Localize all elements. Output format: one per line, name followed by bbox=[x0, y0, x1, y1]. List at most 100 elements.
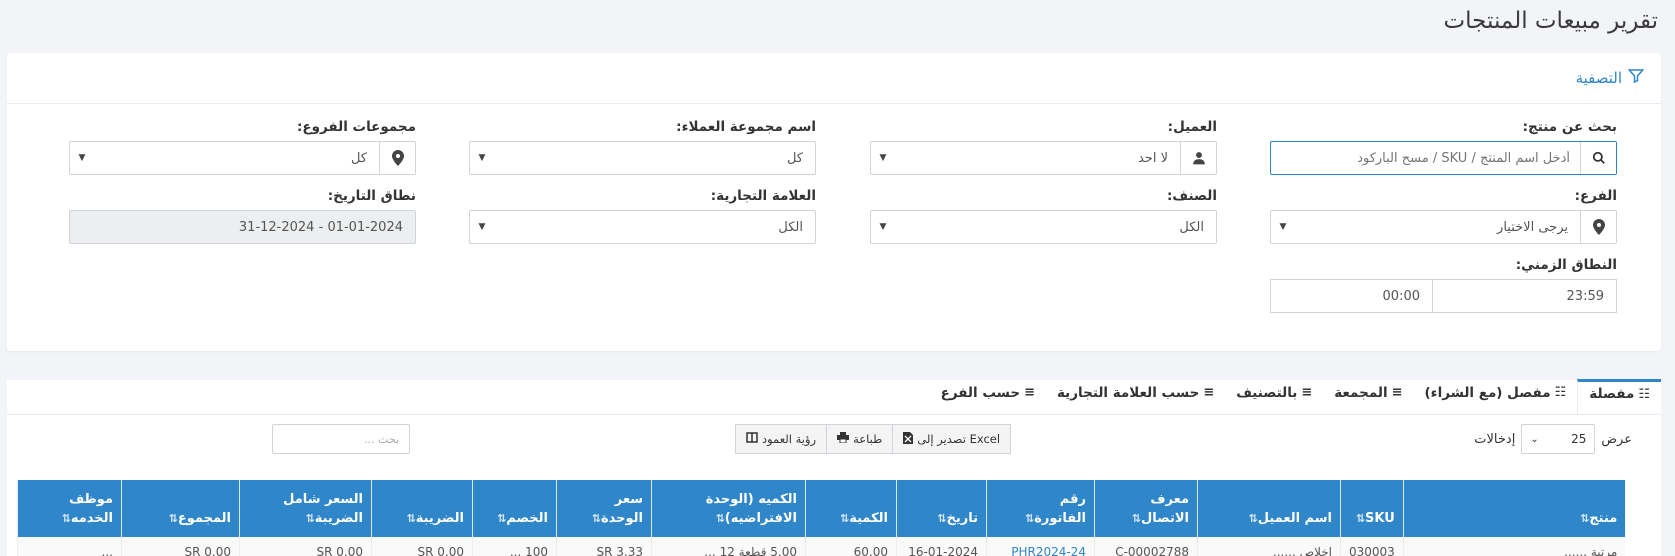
table-search-input[interactable]: بحث ... bbox=[272, 424, 410, 454]
column-header[interactable]: منتج⇅ bbox=[1402, 480, 1626, 537]
column-header[interactable]: رقم الفاتورة⇅ bbox=[986, 480, 1095, 537]
sort-icon: ⇅ bbox=[591, 512, 601, 525]
tab-label: مفصل (مع الشراء) bbox=[1424, 384, 1551, 401]
date-range-field: نطاق التاريخ: 01-01-2024 - 31-12-2024 bbox=[69, 188, 416, 244]
brand-value: الكل bbox=[778, 219, 803, 235]
time-from-input[interactable]: 23:59 bbox=[1432, 279, 1617, 313]
sort-icon: ⇅ bbox=[1025, 512, 1035, 525]
tab-label: مفصلة bbox=[1589, 386, 1635, 402]
tab-grouped[interactable]: ≡ المجمعة bbox=[1323, 379, 1413, 414]
date-range-input[interactable]: 01-01-2024 - 31-12-2024 bbox=[69, 210, 416, 244]
report-panel: ☷ مفصلة ☷ مفصل (مع الشراء) ≡ المجمعة ≡ ب… bbox=[7, 379, 1661, 556]
product-search-input[interactable] bbox=[1271, 142, 1580, 174]
tab-label: بالتصنيف bbox=[1236, 384, 1298, 401]
customer-select[interactable]: لا احد ▼ bbox=[870, 141, 1217, 175]
category-value: الكل bbox=[1179, 219, 1204, 235]
column-header-label: معرف bbox=[1150, 492, 1189, 507]
column-header-label: الكمية bbox=[849, 511, 888, 526]
product-search-field: بحث عن منتج: bbox=[1270, 119, 1617, 175]
filter-header[interactable]: التصفية bbox=[7, 53, 1661, 104]
export-buttons: رؤية العمود طباعة تصدير إلى Excel bbox=[735, 424, 1012, 454]
filter-icon bbox=[1627, 67, 1645, 90]
chevron-down-icon: ▼ bbox=[1279, 222, 1287, 232]
filter-header-label: التصفية bbox=[1575, 69, 1622, 87]
table-cell: 60.00 bbox=[805, 537, 897, 556]
filter-panel: التصفية بحث عن منتج: العميل: لا احد ▼ اس… bbox=[7, 53, 1661, 351]
column-header[interactable]: SKU⇅ bbox=[1340, 480, 1404, 537]
column-header[interactable]: الكميه (الوحدة الافتراضيه)⇅ bbox=[651, 480, 806, 537]
column-header[interactable]: الخصم⇅ bbox=[472, 480, 557, 537]
category-select[interactable]: الكل ▼ bbox=[870, 210, 1217, 244]
print-icon bbox=[837, 432, 850, 446]
page-title: تقرير مبيعات المنتجات bbox=[1443, 8, 1658, 34]
table-cell: SR 3.33 bbox=[556, 537, 652, 556]
chevron-down-icon: ▼ bbox=[879, 153, 887, 163]
tab-label: حسب العلامة التجارية bbox=[1057, 384, 1200, 401]
columns-icon bbox=[746, 432, 758, 446]
sort-icon: ⇅ bbox=[305, 512, 315, 525]
search-icon[interactable] bbox=[1580, 142, 1616, 174]
bars-icon: ≡ bbox=[1024, 385, 1035, 400]
column-header[interactable]: سعر الوحدة⇅ bbox=[556, 480, 652, 537]
page-length-select[interactable]: 25 ⌄ bbox=[1521, 424, 1596, 454]
tab-label: المجمعة bbox=[1334, 384, 1388, 401]
customer-value: لا احد bbox=[1137, 150, 1168, 166]
column-header-label: المجموع bbox=[177, 511, 231, 526]
column-header[interactable]: المجموع⇅ bbox=[121, 480, 240, 537]
user-icon bbox=[1180, 142, 1216, 174]
chevron-down-icon: ▼ bbox=[78, 153, 86, 163]
tab-by-category[interactable]: ≡ بالتصنيف bbox=[1225, 379, 1323, 414]
table-cell: 5.00 قطعة 12 ... bbox=[651, 537, 806, 556]
table-cell[interactable]: PHR2024-24 bbox=[986, 537, 1095, 556]
tab-by-branch[interactable]: ≡ حسب الفرع bbox=[930, 379, 1046, 414]
tab-detailed[interactable]: ☷ مفصلة bbox=[1577, 379, 1661, 414]
column-header[interactable]: الضريبة⇅ bbox=[371, 480, 473, 537]
report-tabs: ☷ مفصلة ☷ مفصل (مع الشراء) ≡ المجمعة ≡ ب… bbox=[7, 379, 1661, 415]
customer-group-select[interactable]: كل ▼ bbox=[469, 141, 816, 175]
customer-label: العميل: bbox=[1167, 119, 1217, 135]
column-header-label: الضريبة bbox=[314, 511, 363, 526]
column-header[interactable]: تاريخ⇅ bbox=[896, 480, 987, 537]
column-header[interactable]: معرف الاتصال⇅ bbox=[1094, 480, 1198, 537]
time-to-input[interactable]: 00:00 bbox=[1270, 279, 1432, 313]
branch-value: يرجى الاختيار bbox=[1497, 219, 1568, 235]
column-visibility-button[interactable]: رؤية العمود bbox=[735, 424, 828, 454]
column-header[interactable]: اسم العميل⇅ bbox=[1197, 480, 1341, 537]
sales-table: منتج⇅ SKU⇅ اسم العميل⇅ معرف الاتصال⇅ رقم الفات… bbox=[17, 480, 1626, 556]
tab-detailed-with-purchase[interactable]: ☷ مفصل (مع الشراء) bbox=[1414, 379, 1578, 414]
table-cell: C-00002788 bbox=[1094, 537, 1198, 556]
print-button[interactable]: طباعة bbox=[827, 424, 894, 454]
tab-by-brand[interactable]: ≡ حسب العلامة التجارية bbox=[1046, 379, 1225, 414]
column-header-label: موظف bbox=[69, 492, 113, 507]
time-range-label: النطاق الزمني: bbox=[1515, 257, 1617, 273]
branch-groups-label: مجموعات الفروع: bbox=[297, 119, 416, 135]
sort-icon: ⇅ bbox=[168, 512, 178, 525]
column-header-label: الخدمه bbox=[70, 511, 113, 526]
list-icon: ☷ bbox=[1638, 386, 1650, 402]
sort-icon: ⇅ bbox=[839, 512, 850, 525]
table-row[interactable]: مرتبة ...... 030003 اخلاص ...... C-00002788… bbox=[17, 537, 1626, 556]
table-cell: مرتبة ...... bbox=[1402, 537, 1626, 556]
chevron-down-icon: ⌄ bbox=[1530, 433, 1539, 445]
table-cell: 16-01-2024 bbox=[896, 537, 987, 556]
bars-icon: ≡ bbox=[1391, 385, 1403, 400]
export-excel-button[interactable]: تصدير إلى Excel bbox=[893, 424, 1012, 454]
table-cell: SR 0.00 bbox=[239, 537, 372, 556]
sort-icon: ⇅ bbox=[1355, 512, 1366, 525]
product-search-label: بحث عن منتج: bbox=[1522, 119, 1617, 135]
branch-field: الفرع: يرجى الاختيار ▼ bbox=[1270, 188, 1617, 244]
date-range-label: نطاق التاريخ: bbox=[327, 188, 416, 204]
branch-groups-select[interactable]: كل ▼ bbox=[69, 141, 416, 175]
column-header-label: الكميه (الوحدة bbox=[705, 492, 797, 507]
branch-label: الفرع: bbox=[1574, 188, 1617, 204]
bars-icon: ≡ bbox=[1301, 385, 1313, 400]
show-label: عرض bbox=[1601, 431, 1632, 447]
column-header-label: اسم العميل bbox=[1257, 511, 1332, 526]
print-label: طباعة bbox=[853, 432, 883, 446]
column-header[interactable]: السعر شامل الضريبة⇅ bbox=[239, 480, 372, 537]
brand-select[interactable]: الكل ▼ bbox=[469, 210, 816, 244]
column-header[interactable]: الكمية⇅ bbox=[805, 480, 897, 537]
branch-select[interactable]: يرجى الاختيار ▼ bbox=[1270, 210, 1617, 244]
column-header-label: سعر bbox=[614, 492, 643, 507]
column-header[interactable]: موظف الخدمه⇅ bbox=[17, 480, 122, 537]
